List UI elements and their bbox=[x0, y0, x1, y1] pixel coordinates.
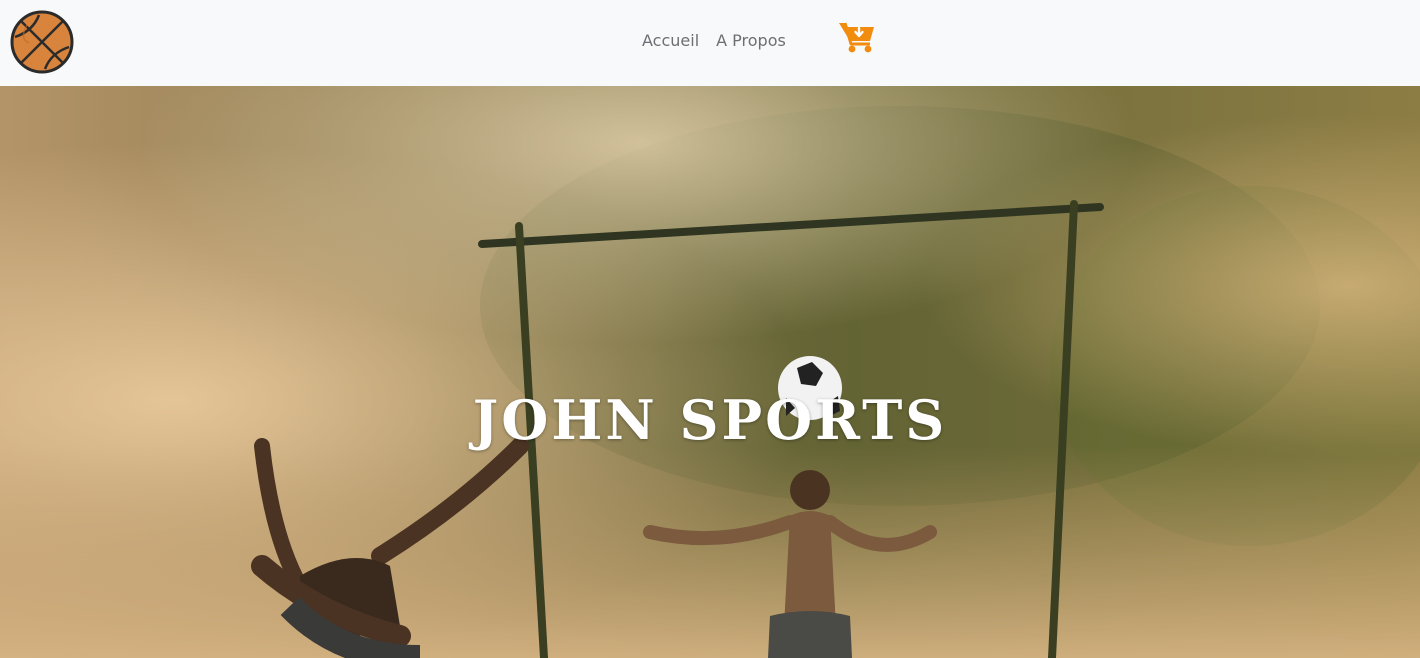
hero-photo bbox=[0, 86, 1420, 658]
navbar: Accueil A Propos bbox=[0, 0, 1420, 86]
hero-section: JOHN SPORTS bbox=[0, 86, 1420, 658]
hero-title: JOHN SPORTS bbox=[472, 388, 948, 452]
nav-link-a-propos[interactable]: A Propos bbox=[716, 31, 786, 50]
nav-link-accueil[interactable]: Accueil bbox=[642, 31, 699, 50]
basketball-icon[interactable] bbox=[9, 9, 75, 75]
nav-links: Accueil A Propos bbox=[642, 31, 786, 50]
cart-download-icon[interactable] bbox=[838, 20, 876, 54]
